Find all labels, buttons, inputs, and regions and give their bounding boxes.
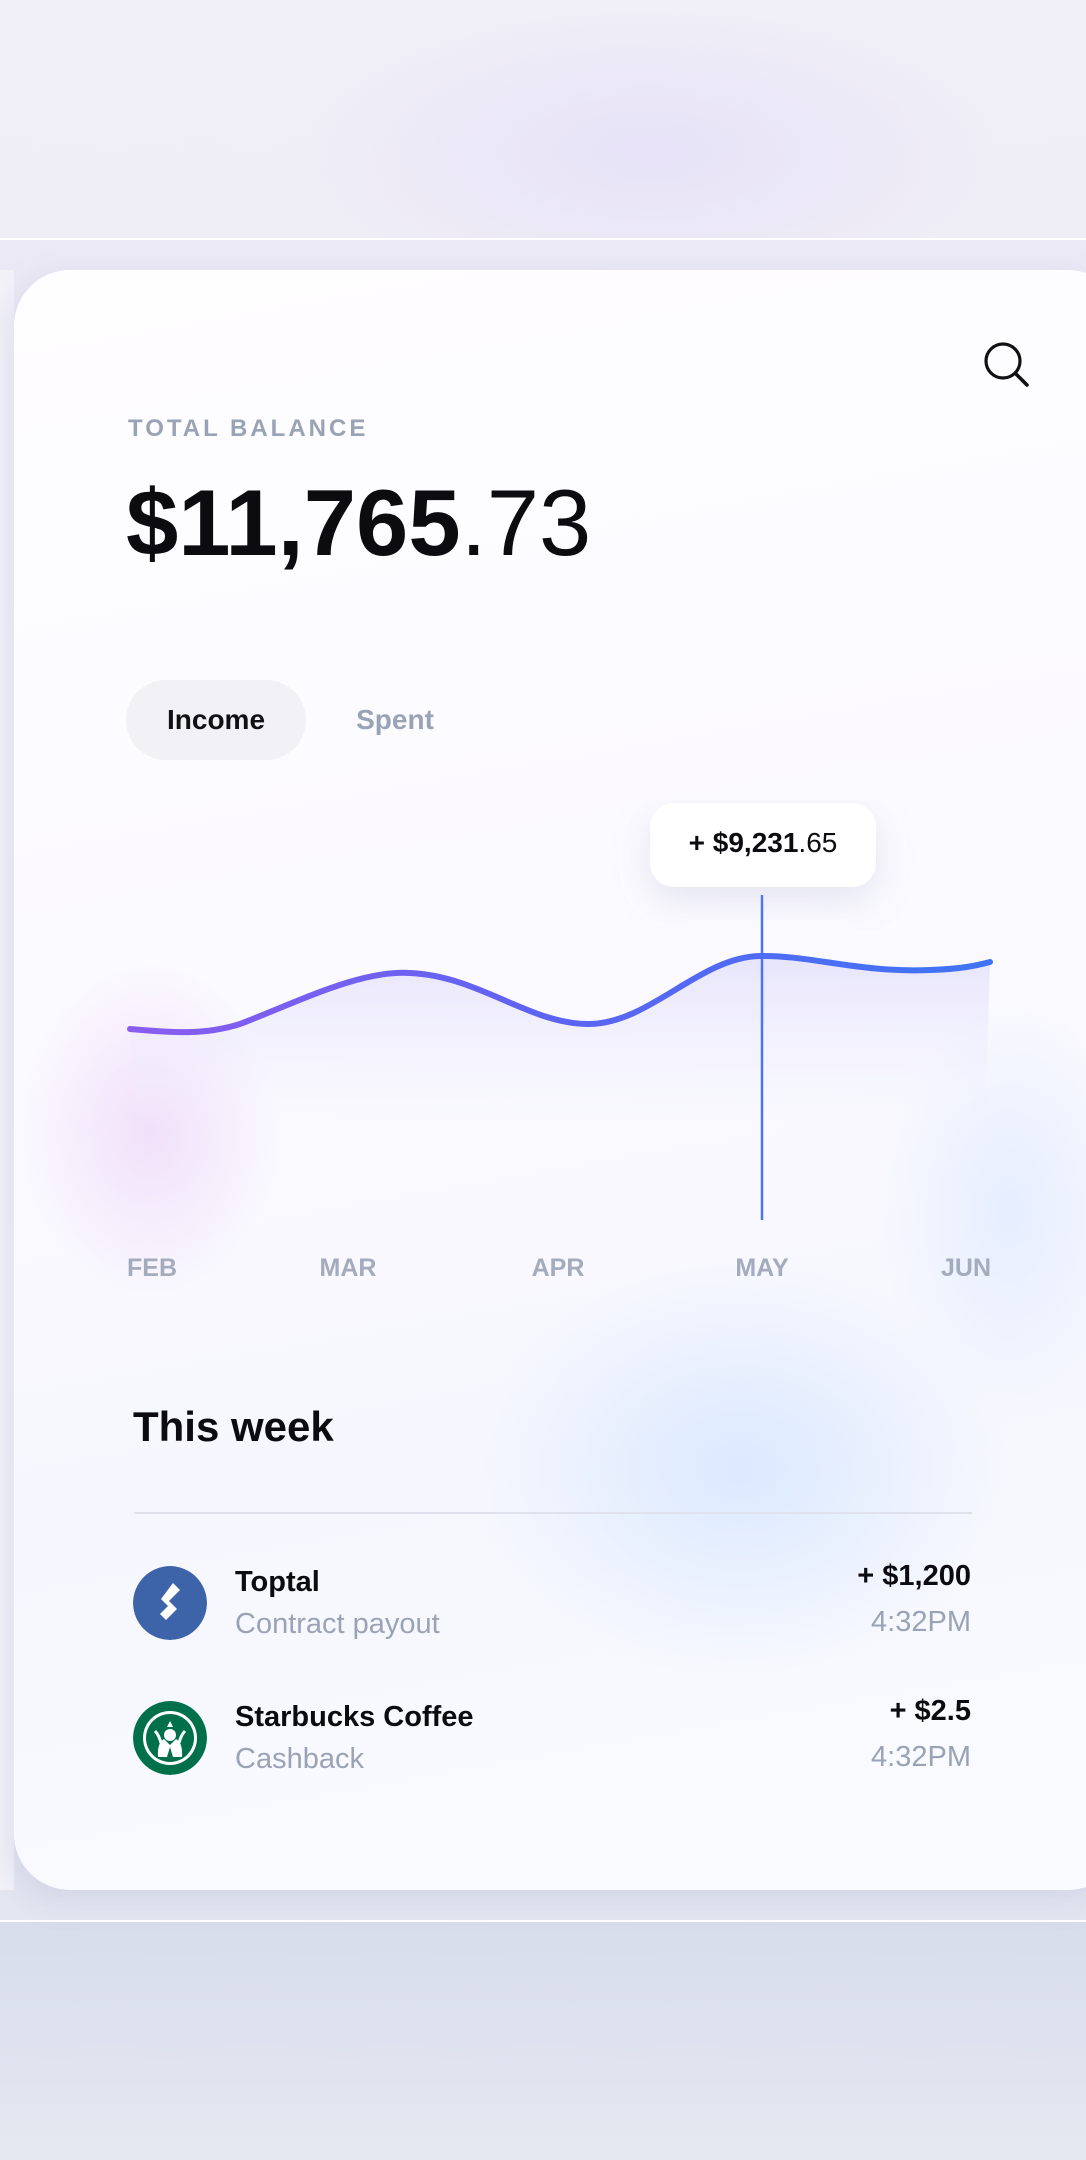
x-axis-label-feb: FEB bbox=[127, 1254, 177, 1282]
transaction-amount: + $2.5 bbox=[889, 1695, 971, 1727]
transaction-amount: + $1,200 bbox=[857, 1560, 971, 1592]
balance-integer: $11,765 bbox=[126, 470, 461, 575]
search-icon[interactable] bbox=[982, 340, 1032, 390]
balance-label: TOTAL BALANCE bbox=[128, 415, 369, 442]
transaction-time: 4:32PM bbox=[871, 1741, 971, 1773]
balance-decimal: .73 bbox=[460, 470, 592, 575]
transaction-name: Toptal bbox=[235, 1566, 320, 1598]
divider bbox=[134, 1512, 972, 1514]
transaction-name: Starbucks Coffee bbox=[235, 1701, 474, 1733]
chart-area-fill bbox=[130, 955, 990, 1130]
tab-income[interactable]: Income bbox=[126, 680, 306, 760]
svg-text:+ $9,231.65: + $9,231.65 bbox=[689, 827, 838, 858]
section-title-this-week: This week bbox=[133, 1403, 334, 1450]
transaction-time: 4:32PM bbox=[871, 1606, 971, 1638]
tab-spent[interactable]: Spent bbox=[320, 680, 470, 760]
total-balance: $11,765.73 bbox=[126, 476, 591, 570]
x-axis-label-apr: APR bbox=[532, 1254, 585, 1282]
transaction-subtitle: Cashback bbox=[235, 1743, 364, 1775]
chart-tooltip: + $9,231.65 bbox=[650, 803, 876, 887]
tooltip-integer: $9,231 bbox=[713, 827, 799, 858]
x-axis-labels: FEB MAR APR MAY JUN bbox=[127, 1254, 991, 1282]
tooltip-decimal: .65 bbox=[798, 827, 837, 858]
toptal-logo bbox=[133, 1566, 207, 1640]
x-axis-label-may: MAY bbox=[735, 1254, 789, 1282]
transaction-subtitle: Contract payout bbox=[235, 1608, 440, 1640]
income-chart: + $9,231.65 FEB MAR APR MAY JUN bbox=[127, 803, 993, 1282]
tooltip-prefix: + bbox=[689, 827, 713, 858]
starbucks-logo bbox=[133, 1701, 207, 1775]
x-axis-label-jun: JUN bbox=[941, 1254, 991, 1282]
x-axis-label-mar: MAR bbox=[320, 1254, 377, 1282]
